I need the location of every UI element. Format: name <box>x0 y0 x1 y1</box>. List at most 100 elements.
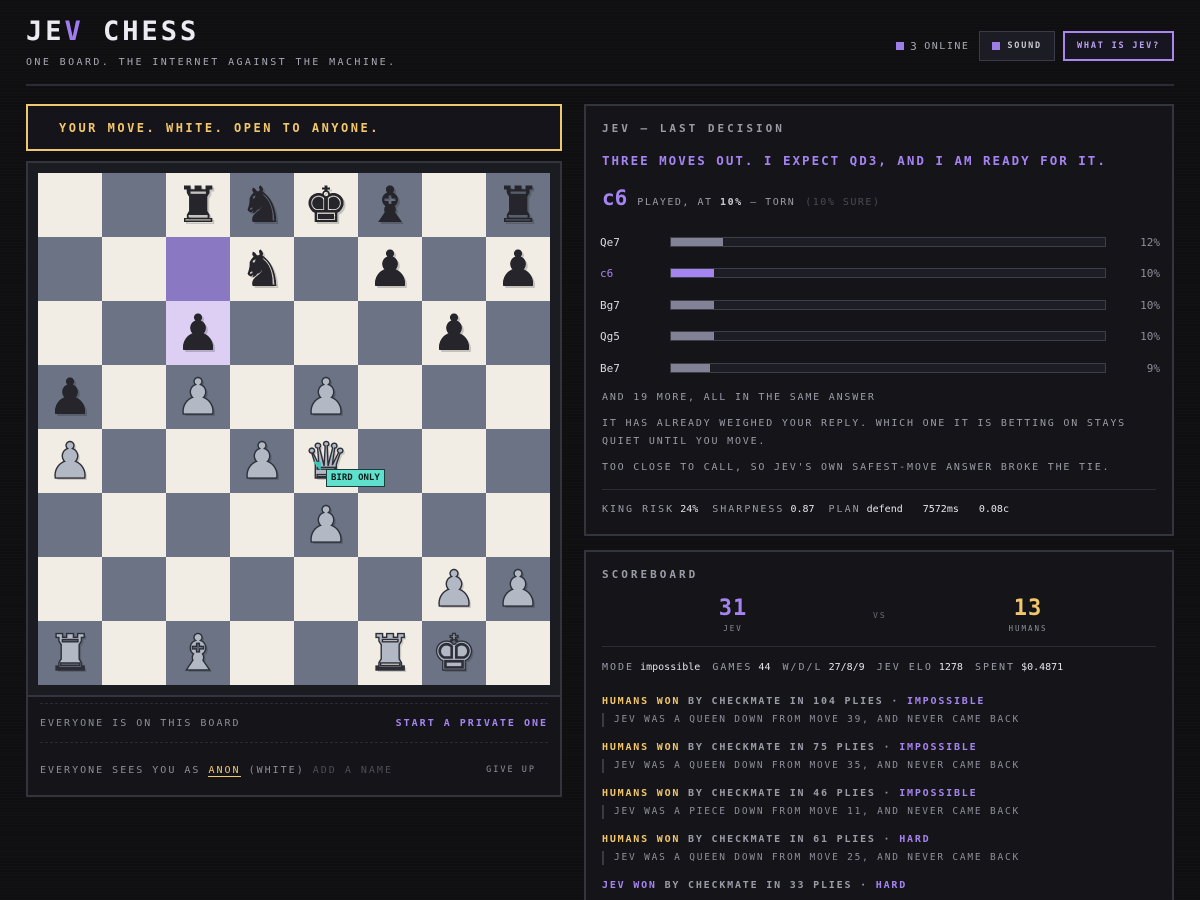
black-pawn-icon: ♟ <box>47 368 93 426</box>
board-square[interactable]: ♚ <box>294 173 358 237</box>
what-is-jev-button[interactable]: WHAT IS JEV? <box>1062 31 1174 61</box>
shared-board-text: EVERYONE IS ON THIS BOARD <box>40 717 241 729</box>
board-square[interactable] <box>422 173 486 237</box>
black-knight-icon: ♞ <box>239 240 285 298</box>
board-square[interactable] <box>102 301 166 365</box>
board-square[interactable] <box>38 493 102 557</box>
board-square[interactable]: ♟ <box>422 301 486 365</box>
white-rook-icon[interactable]: ♜ <box>367 627 413 678</box>
board-square[interactable] <box>294 557 358 621</box>
identity-row: EVERYONE SEES YOU AS ANON (WHITE) ADD A … <box>40 753 548 787</box>
board-square[interactable] <box>486 365 550 429</box>
board-square[interactable] <box>166 237 230 301</box>
board-square[interactable]: ♟ <box>422 557 486 621</box>
board-square[interactable]: ♟ <box>294 365 358 429</box>
board-square[interactable] <box>358 365 422 429</box>
board-square[interactable] <box>166 429 230 493</box>
board-square[interactable] <box>294 237 358 301</box>
white-pawn-icon[interactable]: ♟ <box>47 435 93 486</box>
black-pawn-icon: ♟ <box>367 240 413 298</box>
board-square[interactable]: ♜ <box>38 621 102 685</box>
scoreboard-title: SCOREBOARD <box>602 568 699 581</box>
board-square[interactable]: ♜ <box>358 621 422 685</box>
board-square[interactable]: ♜ <box>486 173 550 237</box>
board-square[interactable]: ♟ <box>358 237 422 301</box>
board-square[interactable] <box>166 493 230 557</box>
chess-board[interactable]: ♜ ♞ ♚ ♝ ♜ ♞ ♟ ♟ ♟ ♟ ♟ ♟ ♟ ♟ ♟ ♛ ♟ ♟ ♟ ♜ ♝ ♜ ♚ <box>38 173 550 685</box>
played-prefix: PLAYED, AT <box>637 197 713 208</box>
black-knight-icon: ♞ <box>239 176 285 234</box>
board-square[interactable] <box>230 301 294 365</box>
board-square[interactable] <box>38 557 102 621</box>
king-risk-stat: KING RISK 24% <box>602 504 698 515</box>
board-square[interactable]: ♟ <box>166 365 230 429</box>
board-square[interactable] <box>102 365 166 429</box>
board-square[interactable] <box>422 429 486 493</box>
board-square[interactable]: ♜ <box>166 173 230 237</box>
candidate-row: c6 10% <box>600 263 1160 283</box>
board-square[interactable]: ♟ <box>230 429 294 493</box>
jev-score-value: 31 <box>718 596 748 621</box>
board-square[interactable] <box>166 557 230 621</box>
white-pawn-icon[interactable]: ♟ <box>431 563 477 614</box>
board-square[interactable]: ♟ <box>486 237 550 301</box>
board-square[interactable] <box>486 301 550 365</box>
board-square[interactable] <box>102 429 166 493</box>
candidate-move: Bg7 <box>600 298 620 312</box>
game-result: HUMANS WON BY CHECKMATE IN 104 PLIES · I… <box>602 696 1156 707</box>
board-square[interactable] <box>38 173 102 237</box>
board-square[interactable]: ♝ <box>166 621 230 685</box>
board-square[interactable]: ♟ <box>166 301 230 365</box>
board-square[interactable]: ♝ <box>358 173 422 237</box>
board-square[interactable]: ♞ <box>230 173 294 237</box>
board-square[interactable] <box>102 493 166 557</box>
board-square[interactable] <box>102 621 166 685</box>
white-pawn-icon[interactable]: ♟ <box>239 435 285 486</box>
board-square[interactable] <box>358 493 422 557</box>
board-square[interactable] <box>358 557 422 621</box>
board-square[interactable]: ♚ <box>422 621 486 685</box>
board-square[interactable] <box>486 429 550 493</box>
board-square[interactable]: ♞ <box>230 237 294 301</box>
board-square[interactable] <box>230 365 294 429</box>
board-square[interactable] <box>294 301 358 365</box>
board-frame: ♜ ♞ ♚ ♝ ♜ ♞ ♟ ♟ ♟ ♟ ♟ ♟ ♟ ♟ ♟ ♛ ♟ ♟ ♟ ♜ ♝ ♜ ♚ BIRD ONLY <box>26 161 562 697</box>
board-square[interactable]: ♟ <box>38 429 102 493</box>
board-square[interactable] <box>486 493 550 557</box>
humans-score: 13 HUMANS <box>968 596 1088 633</box>
game-history-item: HUMANS WON BY CHECKMATE IN 75 PLIES · IM… <box>602 742 1156 773</box>
mode-stat: MODE impossible <box>602 662 700 673</box>
board-square[interactable] <box>102 173 166 237</box>
board-square[interactable] <box>230 557 294 621</box>
white-pawn-icon[interactable]: ♟ <box>303 371 349 422</box>
sees-prefix: EVERYONE SEES YOU AS <box>40 764 201 776</box>
board-square[interactable] <box>102 237 166 301</box>
white-king-icon[interactable]: ♚ <box>431 627 477 678</box>
add-name-field[interactable]: ADD A NAME <box>313 765 393 776</box>
board-square[interactable] <box>358 301 422 365</box>
sound-toggle-button[interactable]: SOUND <box>979 31 1055 61</box>
board-square[interactable] <box>486 621 550 685</box>
board-square[interactable] <box>422 365 486 429</box>
board-square[interactable]: ♟ <box>486 557 550 621</box>
white-pawn-icon[interactable]: ♟ <box>303 499 349 550</box>
board-square[interactable] <box>230 621 294 685</box>
board-square[interactable] <box>102 557 166 621</box>
board-square[interactable] <box>294 621 358 685</box>
white-pawn-icon[interactable]: ♟ <box>495 563 541 614</box>
board-square[interactable] <box>38 301 102 365</box>
board-square[interactable] <box>422 493 486 557</box>
white-bishop-icon[interactable]: ♝ <box>175 627 221 678</box>
board-square[interactable] <box>230 493 294 557</box>
white-rook-icon[interactable]: ♜ <box>47 627 93 678</box>
board-square[interactable]: ♟ <box>38 365 102 429</box>
board-square[interactable] <box>38 237 102 301</box>
start-private-link[interactable]: START A PRIVATE ONE <box>396 718 548 729</box>
board-square[interactable]: ♟ <box>294 493 358 557</box>
shared-board-row: EVERYONE IS ON THIS BOARD START A PRIVAT… <box>40 703 548 743</box>
white-pawn-icon[interactable]: ♟ <box>175 371 221 422</box>
player-name[interactable]: ANON <box>208 764 241 777</box>
game-difficulty: IMPOSSIBLE <box>907 696 986 707</box>
give-up-button[interactable]: GIVE UP <box>486 765 536 775</box>
board-square[interactable] <box>422 237 486 301</box>
